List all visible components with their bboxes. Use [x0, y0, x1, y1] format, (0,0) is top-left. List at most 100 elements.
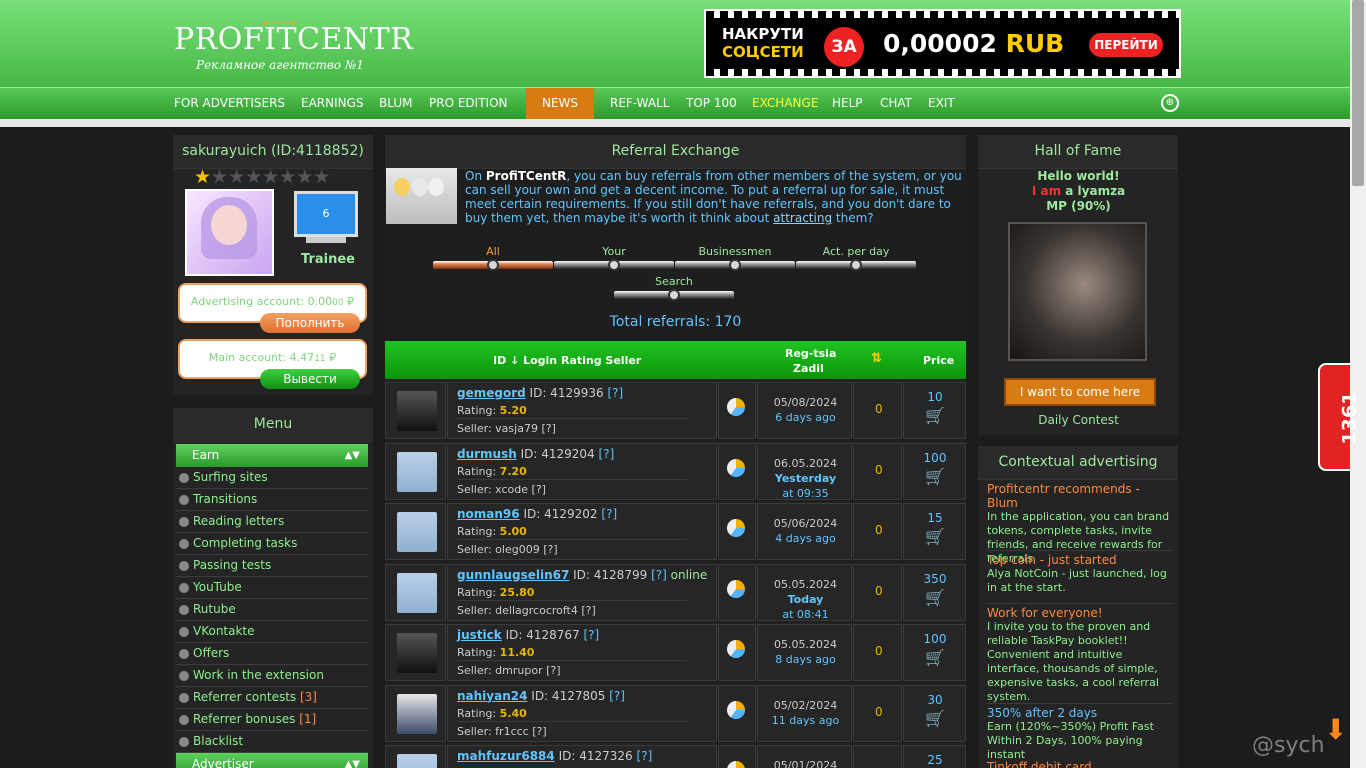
- referral-login-link[interactable]: gunnlaugselin67: [457, 568, 569, 582]
- tab-all-label[interactable]: All: [433, 245, 553, 258]
- menu-item[interactable]: Passing tests: [176, 555, 368, 577]
- nav-exchange[interactable]: EXCHANGE: [752, 88, 818, 120]
- referral-avatar[interactable]: [397, 693, 437, 734]
- site-logo[interactable]: PROFITCENTR: [174, 22, 413, 57]
- buy-cart-icon[interactable]: 🛒: [925, 468, 945, 485]
- menu-earn-header[interactable]: Earn ▲▼: [176, 444, 368, 467]
- menu-item[interactable]: Blacklist: [176, 731, 368, 753]
- username[interactable]: sakurayuich (ID:4118852): [173, 135, 373, 169]
- context-ad[interactable]: Top coin - just started Alya NotCoin - ju…: [987, 550, 1173, 595]
- nav-news[interactable]: NEWS: [526, 88, 595, 120]
- nav-pro-edition[interactable]: PRO EDITION: [429, 88, 508, 120]
- menu-item[interactable]: YouTube: [176, 577, 368, 599]
- referral-login-link[interactable]: justick: [457, 628, 502, 642]
- nav-top-100[interactable]: TOP 100: [686, 88, 737, 120]
- menu-item[interactable]: Reading letters: [176, 511, 368, 533]
- menu-item[interactable]: Transitions: [176, 489, 368, 511]
- user-avatar[interactable]: [185, 189, 274, 276]
- nav-help[interactable]: HELP: [832, 88, 863, 120]
- stats-pie-icon[interactable]: [727, 700, 745, 719]
- online-counter-tab[interactable]: 1361: [1318, 363, 1360, 471]
- nav-blum[interactable]: BLUM: [379, 88, 412, 120]
- daily-contest-link[interactable]: Daily Contest: [979, 413, 1178, 427]
- table-row[interactable]: mahfuzur6884 ID: 4127326 [?] 05/01/2024 2…: [385, 743, 966, 768]
- seller-name[interactable]: dellagrcocroft4: [495, 604, 578, 617]
- referral-login-link[interactable]: gemegord: [457, 386, 526, 400]
- menu-item[interactable]: Surfing sites: [176, 467, 368, 489]
- menu-item[interactable]: Rutube: [176, 599, 368, 621]
- referral-login-link[interactable]: mahfuzur6884: [457, 749, 555, 763]
- stats-pie-icon[interactable]: [727, 519, 745, 537]
- info-link[interactable]: [?]: [607, 386, 623, 400]
- col-price[interactable]: Price: [923, 354, 954, 367]
- menu-advertiser-header[interactable]: Advertiser ▲▼: [176, 753, 368, 768]
- nav-earnings[interactable]: EARNINGS: [301, 88, 364, 120]
- nav-chat[interactable]: CHAT: [880, 88, 912, 120]
- col-login[interactable]: ID ↓ Login Rating Seller: [493, 354, 641, 367]
- menu-item[interactable]: Referrer bonuses [1]: [176, 709, 368, 731]
- nav-exit[interactable]: EXIT: [928, 88, 955, 120]
- info-link[interactable]: [?]: [637, 749, 653, 763]
- info-link[interactable]: [?]: [601, 507, 617, 521]
- menu-item[interactable]: Offers: [176, 643, 368, 665]
- table-row[interactable]: noman96 ID: 4129202 [?] Rating: 5.00 Sell…: [385, 501, 966, 560]
- tab-activity-label[interactable]: Act. per day: [796, 245, 916, 258]
- referral-avatar[interactable]: [397, 391, 437, 431]
- page-scrollbar[interactable]: [1350, 0, 1366, 768]
- buy-cart-icon[interactable]: 🛒: [925, 407, 945, 424]
- menu-item[interactable]: Completing tasks: [176, 533, 368, 555]
- seller-name[interactable]: oleg009: [495, 543, 540, 556]
- info-link[interactable]: [?]: [584, 628, 600, 642]
- menu-item[interactable]: Work in the extension: [176, 665, 368, 687]
- buy-cart-icon[interactable]: 🛒: [925, 528, 945, 545]
- table-row[interactable]: gunnlaugselin67 ID: 4128799 [?] online Ra…: [385, 561, 966, 621]
- stats-pie-icon[interactable]: [727, 458, 745, 477]
- menu-item[interactable]: VKontakte: [176, 621, 368, 643]
- info-link[interactable]: [?]: [651, 568, 667, 582]
- table-row[interactable]: justick ID: 4128767 [?] Rating: 11.40 Sel…: [385, 622, 966, 681]
- nav-ref-wall[interactable]: REF-WALL: [610, 88, 669, 120]
- stats-pie-icon[interactable]: [727, 640, 745, 658]
- nav-for-advertisers[interactable]: FOR ADVERTISERS: [174, 88, 285, 120]
- menu-item[interactable]: Referrer contests [3]: [176, 687, 368, 709]
- withdraw-button[interactable]: Вывести: [260, 369, 360, 389]
- ad-banner[interactable]: НАКРУТИ СОЦСЕТИ ЗА 0,00002 RUB ПЕРЕЙТИ: [704, 9, 1181, 78]
- table-row[interactable]: nahiyan24 ID: 4127805 [?] Rating: 5.40 Se…: [385, 682, 966, 742]
- referral-avatar[interactable]: [397, 512, 437, 552]
- info-link[interactable]: [?]: [599, 447, 615, 461]
- stats-pie-icon[interactable]: [727, 579, 745, 598]
- context-ad[interactable]: 350% after 2 days Earn (120%~350%) Profit…: [987, 703, 1173, 762]
- col-reg[interactable]: Reg-tsia: [785, 347, 836, 360]
- context-ad[interactable]: Work for everyone! I invite you to the pr…: [987, 603, 1173, 704]
- seller-name[interactable]: fr1ccc: [495, 725, 529, 738]
- buy-cart-icon[interactable]: 🛒: [925, 710, 945, 727]
- come-here-button[interactable]: I want to come here: [1004, 378, 1156, 406]
- referral-login-link[interactable]: nahiyan24: [457, 689, 527, 703]
- buy-cart-icon[interactable]: 🛒: [925, 649, 945, 666]
- sort-icon[interactable]: ⇅: [871, 351, 882, 366]
- seller-name[interactable]: xcode: [495, 483, 528, 496]
- referral-avatar[interactable]: [397, 633, 437, 673]
- referral-login-link[interactable]: noman96: [457, 507, 520, 521]
- tab-search-label[interactable]: Search: [614, 275, 734, 288]
- context-ad[interactable]: Tinkoff debit card: [987, 760, 1173, 768]
- referral-avatar[interactable]: [397, 754, 437, 768]
- referral-login-link[interactable]: durmush: [457, 447, 517, 461]
- seller-name[interactable]: dmrupor: [495, 664, 542, 677]
- attracting-link[interactable]: attracting: [773, 211, 832, 225]
- referral-avatar[interactable]: [397, 451, 437, 492]
- topup-button[interactable]: Пополнить: [260, 313, 360, 333]
- globe-icon[interactable]: ⊕: [1161, 94, 1179, 112]
- scrollbar-thumb[interactable]: [1352, 0, 1364, 186]
- tab-your-label[interactable]: Your: [554, 245, 674, 258]
- seller-name[interactable]: vasja79: [495, 422, 538, 435]
- scroll-down-icon[interactable]: ⬇: [1324, 713, 1347, 746]
- info-link[interactable]: [?]: [609, 689, 625, 703]
- stats-pie-icon[interactable]: [727, 398, 745, 416]
- table-row[interactable]: durmush ID: 4129204 [?] Rating: 7.20 Sell…: [385, 440, 966, 500]
- tab-businessmen-label[interactable]: Businessmen: [675, 245, 795, 258]
- buy-cart-icon[interactable]: 🛒: [925, 589, 945, 606]
- banner-cta-button[interactable]: ПЕРЕЙТИ: [1089, 33, 1163, 57]
- table-row[interactable]: gemegord ID: 4129936 [?] Rating: 5.20 Sel…: [385, 380, 966, 439]
- referral-avatar[interactable]: [397, 572, 437, 613]
